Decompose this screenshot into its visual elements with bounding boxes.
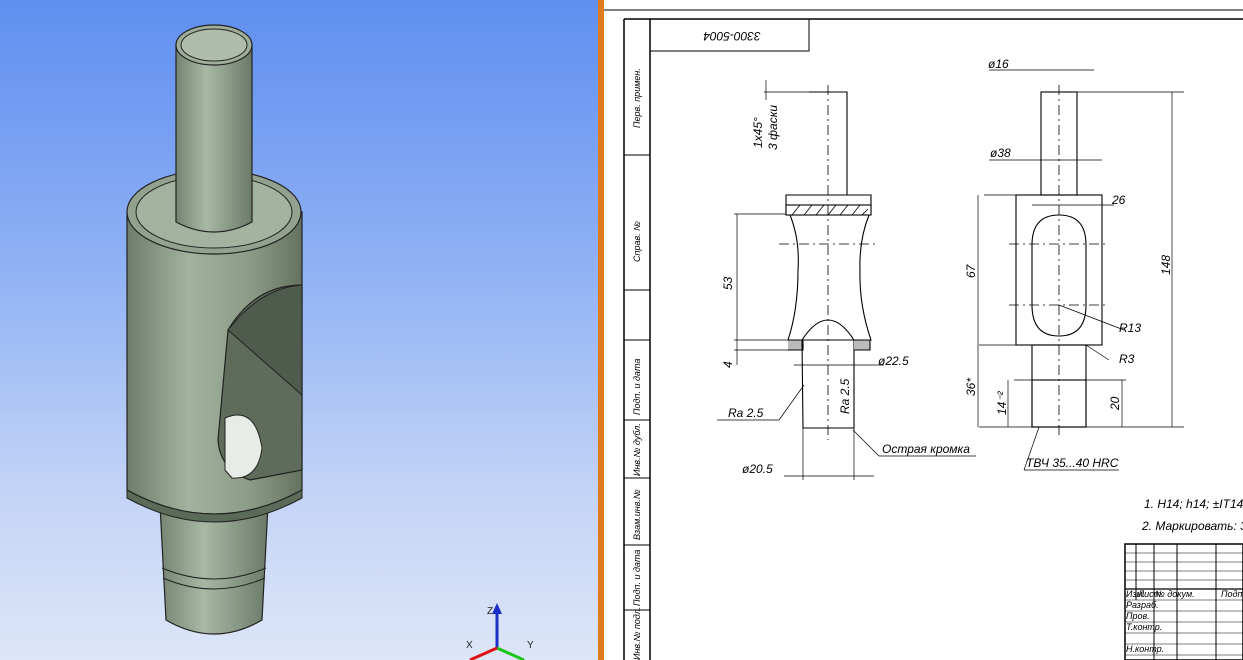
dim-chamfer: 1х45° bbox=[751, 117, 765, 148]
dim-d38: ø38 bbox=[990, 146, 1011, 160]
tb-header-doc: № докум. bbox=[1155, 589, 1195, 599]
axis-triad: Z X Y bbox=[466, 603, 534, 660]
tb-header-sign: Подп. bbox=[1221, 589, 1243, 599]
sheet-frame bbox=[604, 9, 1243, 660]
tb-row-nkontr: Н.контр. bbox=[1126, 644, 1164, 654]
dim-ra-2: Ra 2.5 bbox=[838, 378, 852, 414]
note-2: 2. Маркировать: 3 bbox=[1141, 519, 1243, 533]
side-label-3: Подп. и дата bbox=[632, 359, 642, 415]
dim-148: 148 bbox=[1159, 255, 1173, 275]
dim-67: 67 bbox=[964, 263, 978, 278]
side-stamp-labels: Перв. примен. Справ. № Подп. и дата Инв.… bbox=[632, 68, 642, 660]
side-label-7: Инв.№ подл. bbox=[632, 607, 642, 660]
dim-20: 20 bbox=[1108, 396, 1122, 411]
dim-d20-5: ø20.5 bbox=[742, 462, 773, 476]
top-shaft bbox=[175, 24, 253, 233]
callout-hardening: ТВЧ 35...40 HRC bbox=[1026, 456, 1119, 470]
dim-chamfer-note: 3 фаски bbox=[766, 105, 780, 150]
3d-model-render[interactable]: Z X Y bbox=[0, 0, 598, 660]
side-label-4: Инв.№ дубл. bbox=[632, 423, 642, 476]
technical-notes: 1. H14; h14; ±IT14/ 2. Маркировать: 3 bbox=[1141, 497, 1243, 533]
side-view-dimensions: ø16 ø38 26 148 67 36* 14⁻² 20 R13 R3 ТВЧ… bbox=[964, 57, 1173, 470]
dim-36: 36* bbox=[964, 378, 978, 396]
dim-26: 26 bbox=[1111, 193, 1126, 207]
callout-sharp-edge: Острая кромка bbox=[882, 442, 970, 456]
dim-d16: ø16 bbox=[988, 57, 1009, 71]
bottom-shank bbox=[159, 504, 269, 635]
tb-row-tkontr: Т.контр. bbox=[1126, 622, 1162, 632]
dim-53: 53 bbox=[721, 276, 735, 290]
side-label-2: Справ. № bbox=[632, 221, 642, 262]
triad-z-label: Z bbox=[487, 606, 493, 617]
triad-x-label: X bbox=[466, 640, 473, 651]
side-label-1: Перв. примен. bbox=[632, 68, 642, 128]
dim-r13: R13 bbox=[1119, 321, 1141, 335]
dim-14: 14⁻² bbox=[995, 390, 1009, 415]
side-label-5: Взам.инв.№ bbox=[632, 489, 642, 540]
dim-ra-1: Ra 2.5 bbox=[728, 406, 764, 420]
note-1: 1. H14; h14; ±IT14/ bbox=[1144, 497, 1243, 511]
side-label-6: Подп. и дата bbox=[632, 550, 642, 606]
tb-row-razrab: Разраб. bbox=[1126, 600, 1159, 610]
document-code: 3300-5004 bbox=[703, 29, 761, 43]
3d-viewport[interactable]: Z X Y bbox=[0, 0, 598, 660]
dim-4: 4 bbox=[721, 361, 735, 368]
tb-row-prov: Пров. bbox=[1126, 611, 1150, 621]
triad-y-label: Y bbox=[527, 640, 534, 651]
drawing-sheet[interactable]: 3300-5004 Перв. примен. Справ. № Подп. и… bbox=[604, 0, 1243, 660]
dim-r3: R3 bbox=[1119, 352, 1135, 366]
dim-d22-5: ø22.5 bbox=[878, 354, 909, 368]
